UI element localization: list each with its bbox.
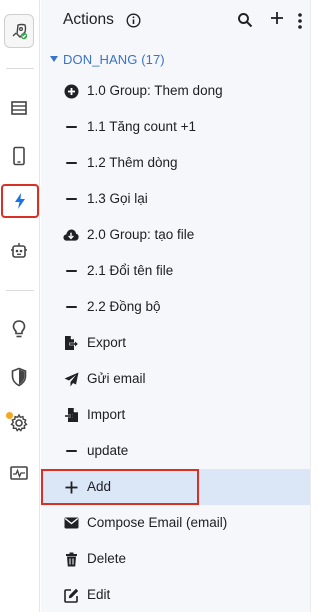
info-icon[interactable] (126, 13, 141, 33)
shield-icon[interactable] (2, 360, 36, 394)
lightbulb-icon[interactable] (2, 312, 36, 346)
search-icon[interactable] (237, 12, 253, 33)
list-item-selected[interactable]: Add (41, 469, 310, 505)
item-label: Delete (87, 551, 127, 566)
list-item[interactable]: 1.2 Thêm dòng (41, 145, 310, 181)
actions-panel: Actions DON_HANG (17) 1.0 Group: Them do… (41, 0, 310, 612)
rail-divider (6, 68, 34, 69)
monitor-icon[interactable] (2, 456, 36, 490)
dash-icon (63, 191, 79, 207)
item-label: Export (87, 335, 127, 350)
group-header[interactable]: DON_HANG (17) (41, 50, 310, 70)
panel-title: Actions (63, 11, 114, 28)
notification-dot (6, 412, 13, 419)
item-label: Edit (87, 587, 111, 602)
envelope-icon (63, 515, 79, 531)
caret-down-icon[interactable] (50, 56, 58, 62)
list-item[interactable]: 2.1 Đổi tên file (41, 253, 310, 289)
app-logo-icon[interactable] (4, 14, 34, 48)
item-label: 1.2 Thêm dòng (87, 155, 178, 170)
phone-icon[interactable] (2, 139, 36, 173)
item-label: 1.1 Tăng count +1 (87, 119, 196, 134)
item-label: Gửi email (87, 371, 146, 386)
list-item[interactable]: 2.2 Đồng bộ (41, 289, 310, 325)
robot-icon[interactable] (2, 234, 36, 268)
add-circle-icon (63, 83, 79, 99)
left-rail (0, 0, 40, 612)
item-label: 1.0 Group: Them dong (87, 83, 223, 98)
dash-icon (63, 443, 79, 459)
send-icon (63, 371, 79, 387)
add-icon[interactable] (269, 10, 285, 30)
list-item[interactable]: Gửi email (41, 361, 310, 397)
dash-icon (63, 155, 79, 171)
item-label: 2.0 Group: tạo file (87, 227, 195, 242)
item-label: 2.1 Đổi tên file (87, 263, 174, 278)
group-label: DON_HANG (17) (63, 52, 165, 67)
selection-highlight (41, 469, 199, 505)
table-icon[interactable] (2, 91, 36, 125)
list-item[interactable]: Delete (41, 541, 310, 577)
list-item[interactable]: Edit (41, 577, 310, 612)
item-label: Compose Email (email) (87, 515, 228, 530)
list-item[interactable]: Compose Email (email) (41, 505, 310, 541)
dash-icon (63, 263, 79, 279)
item-label: Import (87, 407, 126, 422)
list-item[interactable]: 1.3 Gọi lại (41, 181, 310, 217)
dash-icon (63, 119, 79, 135)
panel-scroll-edge (310, 0, 322, 612)
dash-icon (63, 299, 79, 315)
list-item[interactable]: update (41, 433, 310, 469)
gear-icon[interactable] (2, 406, 36, 440)
edit-icon (63, 587, 79, 603)
panel-header: Actions (41, 0, 310, 42)
list-item[interactable]: 1.0 Group: Them dong (41, 73, 310, 109)
list-item[interactable]: 1.1 Tăng count +1 (41, 109, 310, 145)
list-item[interactable]: 2.0 Group: tạo file (41, 217, 310, 253)
item-label: 2.2 Đồng bộ (87, 299, 161, 314)
rail-divider (6, 290, 34, 291)
trash-icon (63, 551, 79, 567)
bolt-icon[interactable] (1, 184, 39, 218)
file-export-icon (63, 335, 79, 351)
file-import-icon (63, 407, 79, 423)
item-label: 1.3 Gọi lại (87, 191, 148, 206)
list-item[interactable]: Import (41, 397, 310, 433)
more-vert-icon[interactable] (297, 12, 303, 35)
item-label: update (87, 443, 129, 458)
list-item[interactable]: Export (41, 325, 310, 361)
cloud-download-icon (63, 227, 79, 243)
